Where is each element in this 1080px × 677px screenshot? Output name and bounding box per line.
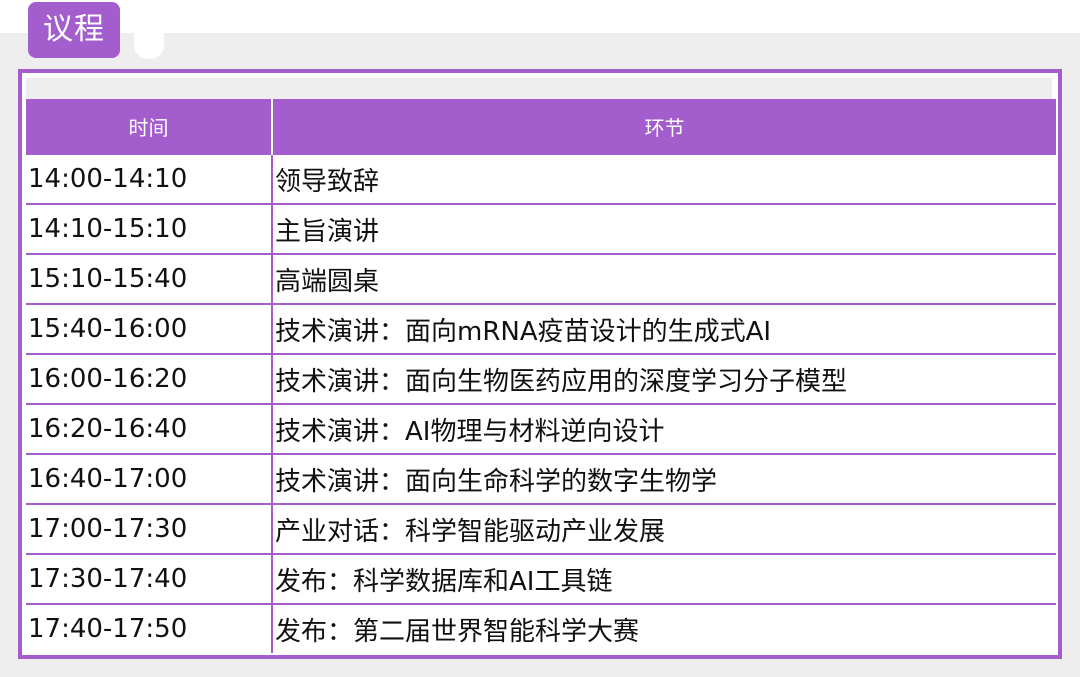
table-row: 16:00-16:20 技术演讲：面向生物医药应用的深度学习分子模型 — [26, 353, 1056, 404]
agenda-frame: 时间 环节 14:00-14:10 领导致辞 14:10-15:10 主旨演讲 15:1… — [18, 69, 1062, 659]
decorative-notch — [134, 33, 164, 59]
session-cell: 技术演讲：面向mRNA疫苗设计的生成式AI — [272, 303, 1056, 354]
section-tag: 议程 — [28, 2, 120, 58]
agenda-table: 时间 环节 14:00-14:10 领导致辞 14:10-15:10 主旨演讲 15:1… — [26, 99, 1056, 653]
time-cell: 17:40-17:50 — [26, 603, 273, 653]
session-cell: 主旨演讲 — [272, 203, 1056, 254]
time-cell: 17:00-17:30 — [26, 503, 273, 554]
time-cell: 16:00-16:20 — [26, 353, 273, 404]
time-cell: 16:40-17:00 — [26, 453, 273, 504]
table-row: 15:10-15:40 高端圆桌 — [26, 253, 1056, 304]
session-cell: 技术演讲：面向生命科学的数字生物学 — [272, 453, 1056, 504]
time-cell: 14:10-15:10 — [26, 203, 273, 254]
time-cell: 15:10-15:40 — [26, 253, 273, 304]
time-cell: 15:40-16:00 — [26, 303, 273, 354]
table-row: 15:40-16:00 技术演讲：面向mRNA疫苗设计的生成式AI — [26, 303, 1056, 354]
header-row: 时间 环节 — [26, 99, 1056, 154]
time-cell: 17:30-17:40 — [26, 553, 273, 604]
session-cell: 发布：第二届世界智能科学大赛 — [272, 603, 1056, 653]
session-cell: 发布：科学数据库和AI工具链 — [272, 553, 1056, 604]
frame-top-strip — [26, 78, 1052, 99]
session-cell: 技术演讲：AI物理与材料逆向设计 — [272, 403, 1056, 454]
table-row: 16:20-16:40 技术演讲：AI物理与材料逆向设计 — [26, 403, 1056, 454]
table-row: 14:10-15:10 主旨演讲 — [26, 203, 1056, 254]
header-time: 时间 — [26, 99, 273, 154]
session-cell: 高端圆桌 — [272, 253, 1056, 304]
table-row: 17:40-17:50 发布：第二届世界智能科学大赛 — [26, 603, 1056, 653]
table-row: 16:40-17:00 技术演讲：面向生命科学的数字生物学 — [26, 453, 1056, 504]
time-cell: 16:20-16:40 — [26, 403, 273, 454]
session-cell: 技术演讲：面向生物医药应用的深度学习分子模型 — [272, 353, 1056, 404]
table-row: 14:00-14:10 领导致辞 — [26, 153, 1056, 204]
session-cell: 领导致辞 — [272, 153, 1056, 204]
header-item: 环节 — [272, 99, 1056, 154]
table-row: 17:30-17:40 发布：科学数据库和AI工具链 — [26, 553, 1056, 604]
session-cell: 产业对话：科学智能驱动产业发展 — [272, 503, 1056, 554]
agenda-page: 议程 时间 环节 14:00-14:10 领导致辞 14:10-15:10 主旨演讲 1… — [0, 0, 1080, 677]
table-row: 17:00-17:30 产业对话：科学智能驱动产业发展 — [26, 503, 1056, 554]
time-cell: 14:00-14:10 — [26, 153, 273, 204]
